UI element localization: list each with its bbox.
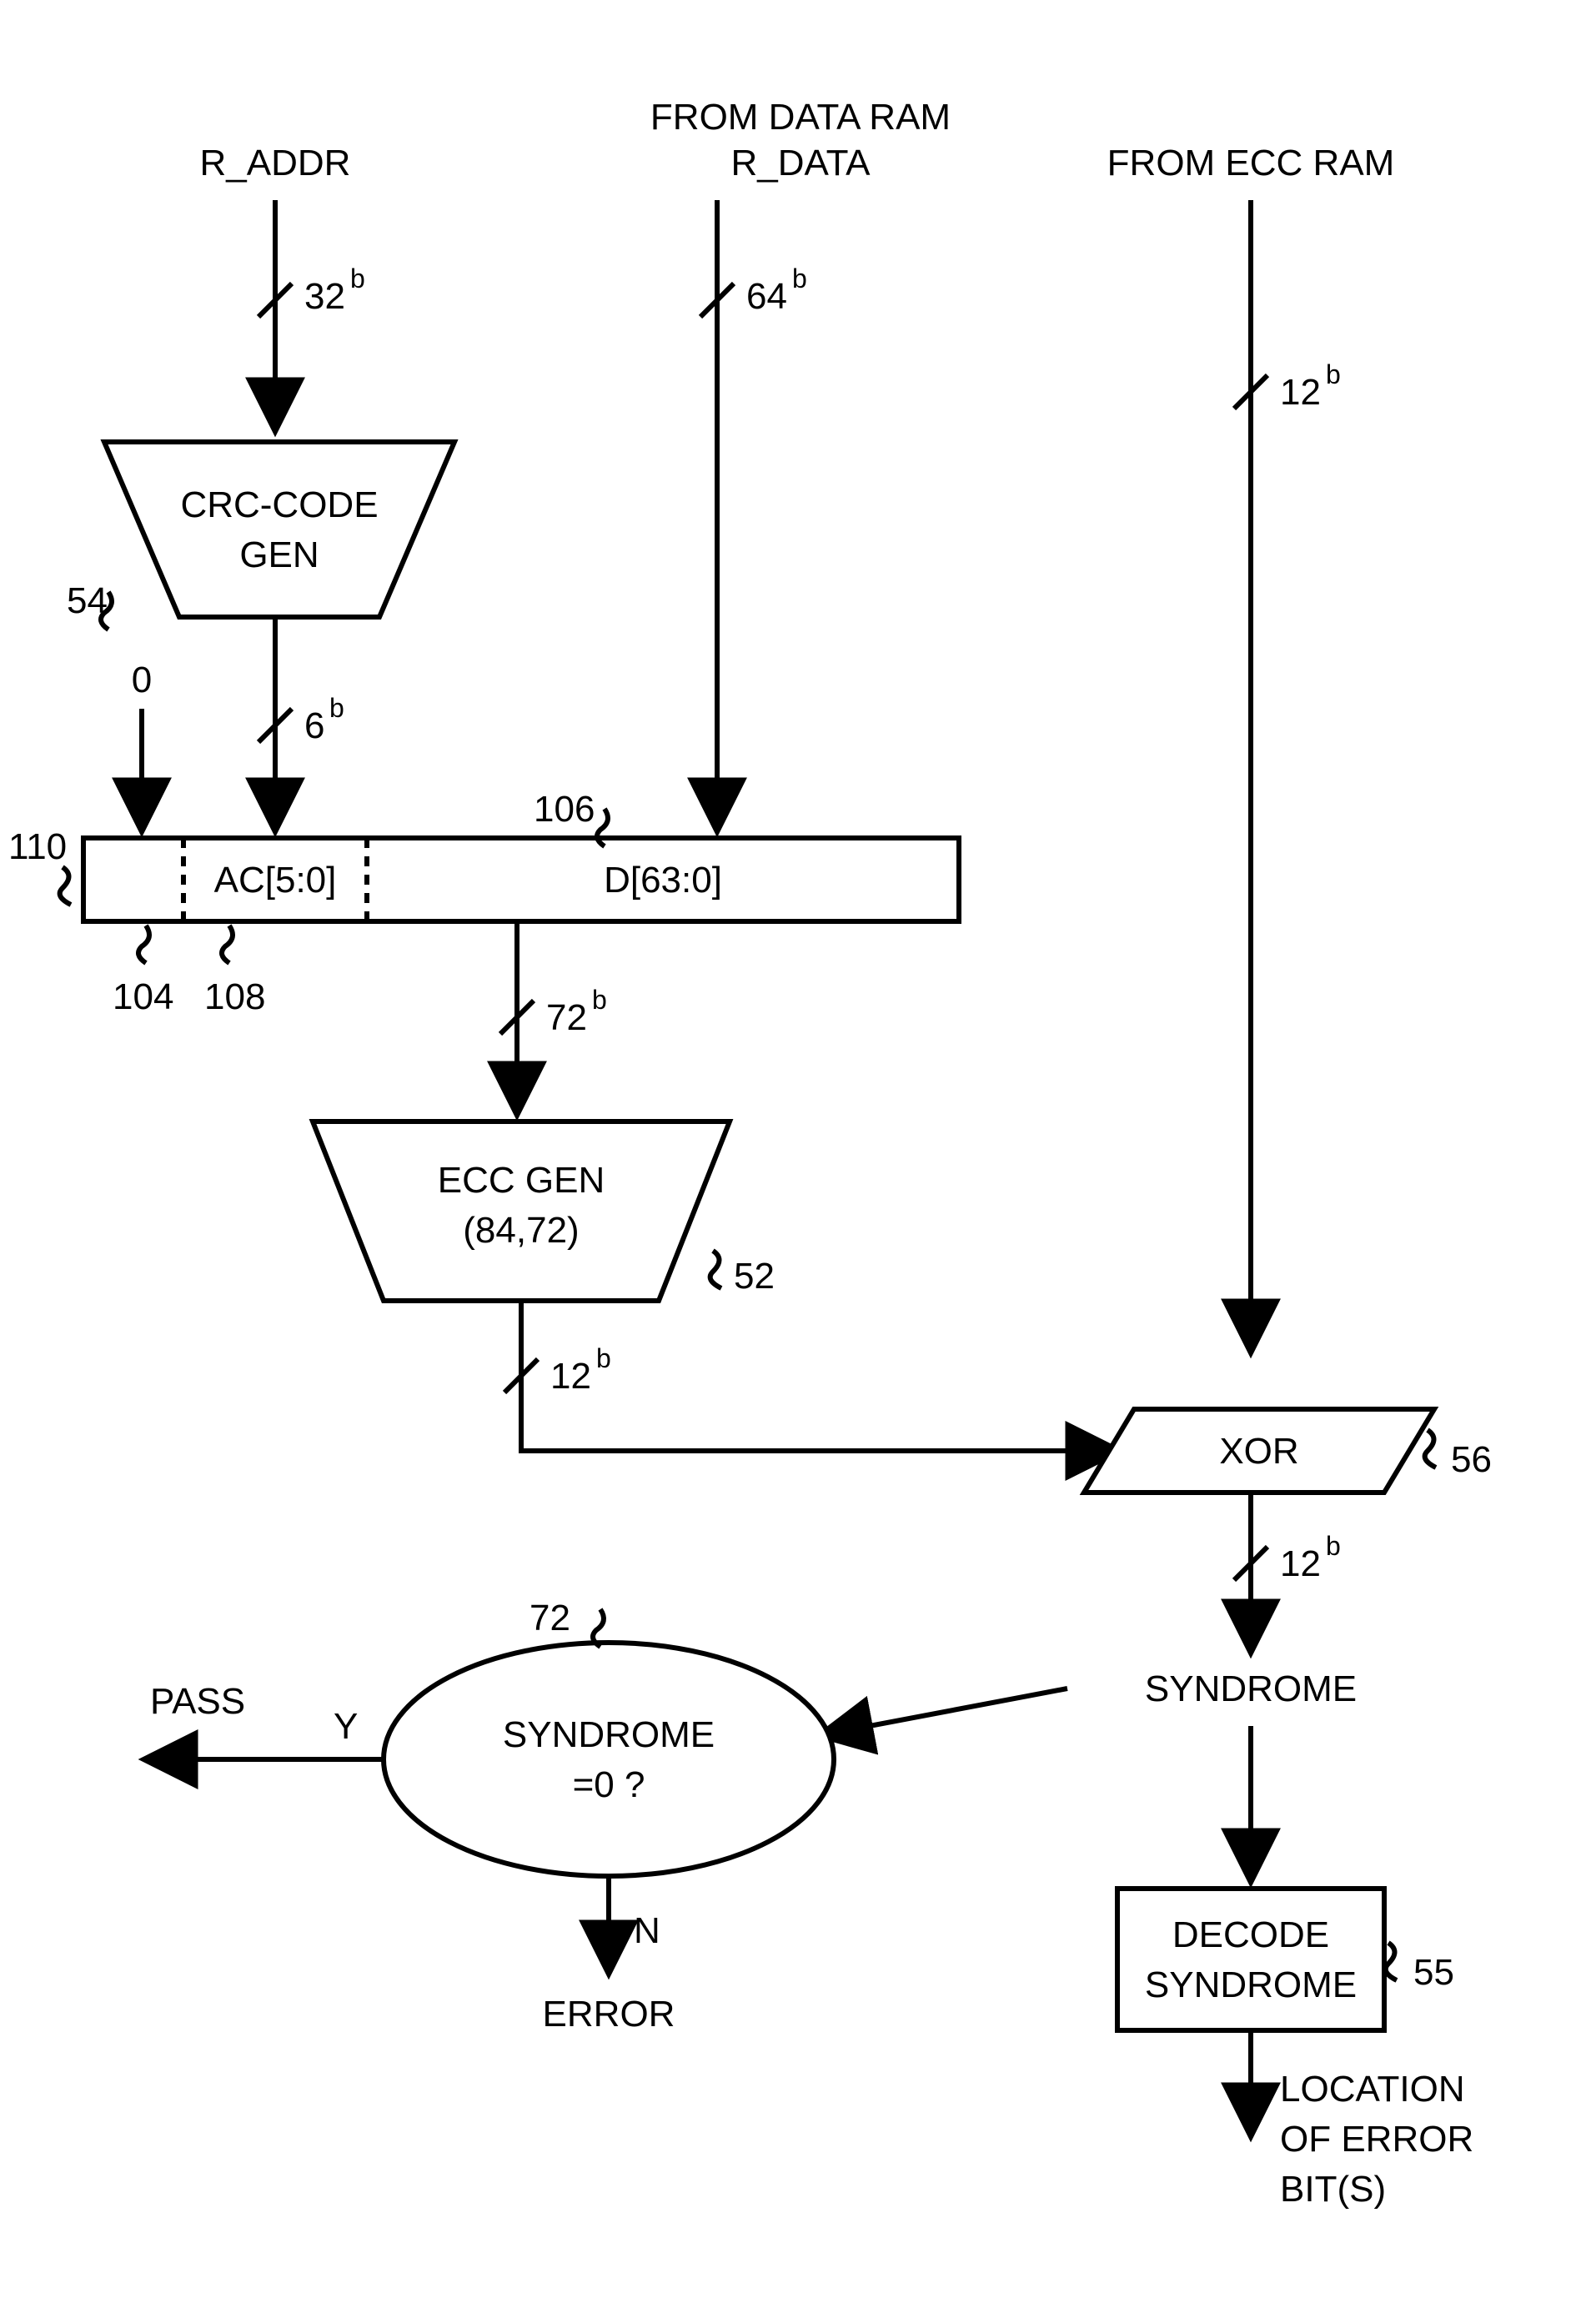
- label-r-data: R_DATA: [730, 143, 871, 183]
- bus-12-ecc: 12: [550, 1356, 591, 1397]
- decode-l2: SYNDROME: [1145, 1964, 1357, 2005]
- squiggle-104: [138, 926, 149, 963]
- bus-12-syn: 12: [1280, 1543, 1321, 1584]
- bus-64-unit: b: [792, 263, 807, 294]
- ref-108: 108: [204, 976, 265, 1017]
- bus-6: 6: [304, 705, 324, 746]
- error-label: ERROR: [543, 1994, 675, 2035]
- ref-56: 56: [1451, 1439, 1492, 1480]
- ecc-line1: ECC GEN: [438, 1160, 605, 1201]
- arrow-ecc-out: [521, 1301, 1113, 1451]
- decision-l2: =0 ?: [573, 1764, 645, 1805]
- bus-12-ecc-unit: b: [596, 1343, 611, 1373]
- ref-72: 72: [529, 1598, 570, 1638]
- reg-ac: AC[5:0]: [214, 860, 337, 901]
- bus-32-unit: b: [350, 263, 365, 294]
- ref-104: 104: [113, 976, 173, 1017]
- ref-52: 52: [734, 1256, 775, 1297]
- crc-line1: CRC-CODE: [180, 484, 378, 525]
- bus-72-unit: b: [592, 985, 607, 1015]
- reg-d: D[63:0]: [604, 860, 722, 901]
- squiggle-110: [60, 867, 71, 905]
- label-r-addr: R_ADDR: [200, 143, 351, 183]
- zero-label: 0: [132, 660, 152, 700]
- block-decode: [1117, 1889, 1384, 2030]
- syndrome-label: SYNDROME: [1145, 1668, 1357, 1709]
- loc-l2: OF ERROR: [1280, 2119, 1473, 2160]
- ecc-line2: (84,72): [463, 1210, 579, 1251]
- decision-l1: SYNDROME: [503, 1714, 715, 1755]
- loc-l3: BIT(S): [1280, 2169, 1386, 2210]
- loc-l1: LOCATION: [1280, 2069, 1465, 2110]
- bus-12-top-unit: b: [1326, 359, 1341, 389]
- bus-72: 72: [546, 997, 587, 1038]
- crc-line2: GEN: [239, 534, 319, 575]
- bus-12-top: 12: [1280, 372, 1321, 413]
- label-from-data-ram: FROM DATA RAM: [650, 97, 951, 138]
- arrow-syndrome-to-decision: [826, 1688, 1067, 1734]
- squiggle-52: [710, 1251, 721, 1288]
- block-crc-code-gen: [104, 442, 454, 617]
- bus-12-syn-unit: b: [1326, 1531, 1341, 1561]
- squiggle-108: [222, 926, 233, 963]
- yes-label: Y: [334, 1706, 358, 1747]
- squiggle-56: [1425, 1430, 1436, 1468]
- ref-110: 110: [8, 826, 67, 867]
- ref-55: 55: [1413, 1952, 1454, 1993]
- squiggle-55: [1386, 1943, 1397, 1980]
- pass-label: PASS: [150, 1681, 245, 1722]
- xor-label: XOR: [1219, 1431, 1298, 1472]
- bus-64: 64: [746, 276, 787, 317]
- ref-106: 106: [534, 789, 595, 830]
- no-label: N: [634, 1910, 660, 1951]
- label-from-ecc-ram: FROM ECC RAM: [1107, 143, 1395, 183]
- bus-6-unit: b: [329, 693, 344, 723]
- bus-32: 32: [304, 276, 345, 317]
- block-decision: [384, 1643, 834, 1876]
- decode-l1: DECODE: [1172, 1914, 1329, 1955]
